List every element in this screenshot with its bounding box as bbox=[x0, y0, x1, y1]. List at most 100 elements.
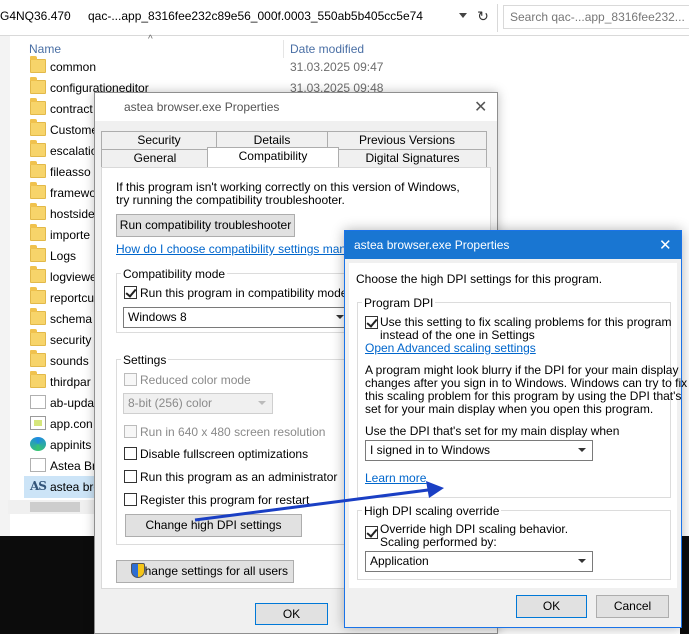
folder-icon bbox=[30, 224, 46, 241]
override-group-label: High DPI scaling override bbox=[362, 504, 502, 518]
advanced-scaling-link[interactable]: Open Advanced scaling settings bbox=[365, 341, 536, 355]
close-icon[interactable]: ✕ bbox=[474, 97, 487, 117]
override-checkbox[interactable] bbox=[365, 526, 378, 539]
uac-shield-icon bbox=[131, 563, 145, 578]
edge-icon bbox=[30, 437, 46, 451]
column-divider[interactable] bbox=[283, 40, 284, 58]
scaling-performed-select[interactable]: Application bbox=[365, 551, 593, 572]
tab-general[interactable]: General bbox=[101, 149, 209, 167]
intro-text-line-1: If this program isn't working correctly … bbox=[116, 180, 460, 194]
document-icon bbox=[30, 395, 46, 409]
blurry-text-line-3: this scaling problem for this program by… bbox=[365, 389, 682, 403]
refresh-icon[interactable]: ↻ bbox=[474, 6, 492, 26]
list-item-date: 31.03.2025 09:47 bbox=[290, 60, 384, 74]
dpi-when-value: I signed in to Windows bbox=[370, 443, 491, 457]
folder-icon bbox=[30, 119, 46, 136]
use-dpi-label: Use the DPI that's set for my main displ… bbox=[365, 424, 620, 438]
folder-icon bbox=[30, 182, 46, 199]
list-item-name: logviewe bbox=[50, 270, 97, 284]
color-depth-value: 8-bit (256) color bbox=[128, 396, 213, 410]
divider bbox=[497, 4, 498, 32]
reduced-color-label: Reduced color mode bbox=[140, 373, 251, 387]
list-item-name: framewo bbox=[50, 186, 97, 200]
blurry-text-line-4: set for your main display when you open … bbox=[365, 402, 654, 416]
navigation-pane-edge bbox=[0, 36, 10, 536]
folder-icon bbox=[30, 308, 46, 325]
folder-icon bbox=[30, 56, 46, 73]
list-item-name: hostside bbox=[50, 207, 95, 221]
run-troubleshooter-button[interactable]: Run compatibility troubleshooter bbox=[116, 214, 295, 237]
config-file-icon bbox=[30, 416, 46, 430]
change-high-dpi-button[interactable]: Change high DPI settings bbox=[125, 514, 302, 537]
dpi-when-select[interactable]: I signed in to Windows bbox=[365, 440, 593, 461]
list-item-name: importe bbox=[50, 228, 91, 242]
res-640-checkbox[interactable] bbox=[124, 425, 137, 438]
list-item-name: astea bro bbox=[50, 480, 101, 494]
program-dpi-label: Program DPI bbox=[362, 296, 436, 310]
tab-digital-signatures[interactable]: Digital Signatures bbox=[338, 149, 487, 167]
list-item[interactable]: common bbox=[24, 56, 114, 77]
use-setting-line-2: instead of the one in Settings bbox=[380, 328, 535, 342]
folder-icon bbox=[30, 140, 46, 157]
close-icon[interactable]: ✕ bbox=[659, 236, 672, 254]
chevron-down-icon bbox=[258, 401, 266, 405]
use-setting-line-1: Use this setting to fix scaling problems… bbox=[380, 315, 672, 329]
intro-text-line-2: try running the compatibility troublesho… bbox=[116, 193, 345, 207]
astea-app-icon: AS bbox=[30, 479, 47, 493]
list-item-name: contract bbox=[50, 102, 93, 116]
ok-button[interactable]: OK bbox=[255, 603, 328, 625]
folder-icon bbox=[30, 77, 46, 94]
color-depth-select[interactable]: 8-bit (256) color bbox=[123, 393, 273, 414]
dpi-cancel-button[interactable]: Cancel bbox=[596, 595, 669, 618]
run-as-admin-checkbox[interactable] bbox=[124, 470, 137, 483]
folder-icon bbox=[30, 371, 46, 388]
address-prefix[interactable]: G4NQ36.470 bbox=[0, 9, 71, 23]
res-640-label: Run in 640 x 480 screen resolution bbox=[140, 425, 326, 439]
use-setting-checkbox[interactable] bbox=[365, 316, 378, 329]
folder-icon bbox=[30, 266, 46, 283]
chevron-down-icon bbox=[578, 448, 586, 452]
list-item-name: ab-upda bbox=[50, 396, 95, 410]
settings-label: Settings bbox=[121, 353, 169, 367]
column-header-date[interactable]: Date modified bbox=[290, 42, 364, 56]
list-item-name: Astea Br bbox=[50, 459, 97, 473]
register-restart-checkbox[interactable] bbox=[124, 493, 137, 506]
reduced-color-checkbox[interactable] bbox=[124, 373, 137, 386]
tab-security[interactable]: Security bbox=[101, 131, 217, 149]
compat-mode-checkbox[interactable] bbox=[124, 286, 137, 299]
list-item-name: schema bbox=[50, 312, 93, 326]
address-path[interactable]: qac-...app_8316fee232c89e56_000f.0003_55… bbox=[88, 9, 423, 23]
tab-compatibility[interactable]: Compatibility bbox=[207, 147, 339, 167]
override-line-2: Scaling performed by: bbox=[380, 535, 497, 549]
folder-icon bbox=[30, 245, 46, 262]
search-input[interactable]: Search qac-...app_8316fee232... bbox=[510, 10, 685, 24]
run-as-admin-label: Run this program as an administrator bbox=[140, 470, 338, 484]
column-header-name[interactable]: Name bbox=[29, 42, 61, 56]
list-item-name: Logs bbox=[50, 249, 77, 263]
scrollbar-thumb[interactable] bbox=[30, 502, 80, 512]
choose-dpi-text: Choose the high DPI settings for this pr… bbox=[356, 272, 603, 286]
tab-previous-versions[interactable]: Previous Versions bbox=[327, 131, 487, 149]
address-dropdown-icon[interactable] bbox=[456, 10, 468, 22]
high-dpi-title: astea browser.exe Properties bbox=[354, 238, 510, 252]
list-item-name: sounds bbox=[50, 354, 89, 368]
help-link[interactable]: How do I choose compatibility settings m… bbox=[116, 242, 377, 256]
dpi-ok-button[interactable]: OK bbox=[516, 595, 587, 618]
compat-mode-select[interactable]: Windows 8 bbox=[123, 307, 351, 328]
list-item-name: escalatio bbox=[50, 144, 98, 158]
list-item-name: security bbox=[50, 333, 92, 347]
learn-more-link[interactable]: Learn more bbox=[365, 471, 426, 485]
override-line-1: Override high DPI scaling behavior. bbox=[380, 522, 569, 536]
list-item-name: Custome bbox=[50, 123, 99, 137]
scaling-performed-value: Application bbox=[370, 554, 429, 568]
folder-icon bbox=[30, 203, 46, 220]
folder-icon bbox=[30, 161, 46, 178]
compat-mode-label: Run this program in compatibility mode f… bbox=[140, 286, 369, 300]
compat-mode-value: Windows 8 bbox=[128, 310, 187, 324]
disable-fullscreen-checkbox[interactable] bbox=[124, 447, 137, 460]
sort-ascending-icon: ^ bbox=[148, 34, 153, 45]
folder-icon bbox=[30, 350, 46, 367]
list-item-name: thirdpar bbox=[50, 375, 91, 389]
folder-icon bbox=[30, 329, 46, 346]
folder-icon bbox=[30, 98, 46, 115]
